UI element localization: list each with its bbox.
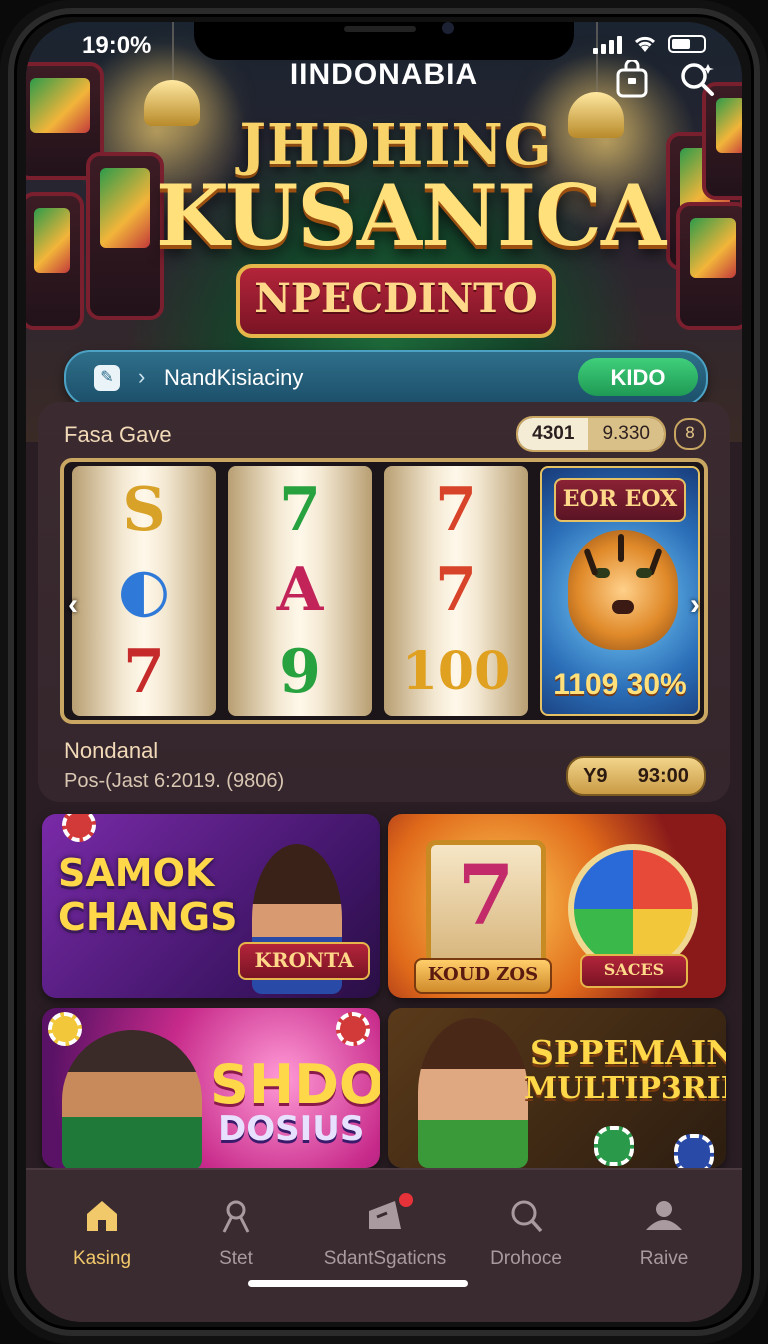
reel-symbol: 9 [279,637,321,707]
bet-pill[interactable]: Y9 93:00 [566,756,706,796]
seven-icon: 7 [457,848,515,944]
tiger-image [568,530,678,650]
nav-item-stet[interactable]: Stet [176,1192,296,1270]
chevron-right-icon: › [138,364,146,389]
game-badge: SACES [580,954,688,988]
balance-value-a: 4301 [518,418,589,450]
nav-item-stations[interactable]: SdantSgaticns [322,1192,448,1270]
slot-machine-decor [676,202,742,330]
game-title-line1: SPPEMAIN [530,1033,726,1072]
search-icon [466,1192,586,1240]
logo-main-text: KUSANICA [156,166,666,265]
reel-symbol: A [276,555,324,625]
coin-icon[interactable]: 8 [674,418,706,450]
casino-chip [674,1134,714,1168]
reel-1: S ◐ 7 [72,466,216,716]
nav-label: Raive [639,1248,689,1269]
casino-chip [48,1012,82,1046]
casino-logo: JHDHING KUSANICA NPECDINTO [156,112,666,342]
tools-icon [176,1192,296,1240]
reel-symbol: 7 [435,555,477,625]
slot-machine-decor [86,152,164,320]
front-camera [442,22,454,34]
casino-chip [62,814,96,842]
game-title-line2: CHANGS [58,895,238,939]
balance-chip[interactable]: 4301 9.330 [516,416,666,452]
app-screen: JHDHING KUSANICA NPECDINTO 19:0% IINDONA… [26,22,742,1322]
bet-left: Y9 [583,764,608,787]
logo-ribbon: NPECDINTO [236,264,556,338]
slot-reels[interactable]: S ◐ 7 7 A 9 7 7 100 EOR EOX 1109 30% ‹ › [60,458,708,724]
phone-device: JHDHING KUSANICA NPECDINTO 19:0% IINDONA… [0,0,768,1344]
game-banner: KOUD ZOS [414,958,552,994]
nav-label: SdantSgaticns [323,1248,447,1269]
reel-symbol: 7 [435,475,477,545]
battery-icon [668,35,706,53]
reel-symbol: 100 [401,641,511,702]
ticket-icon [322,1192,448,1240]
bet-right: 93:00 [637,764,689,787]
feature-tile-tiger[interactable]: EOR EOX 1109 30% [540,466,700,716]
game-title-line1: SAMOK [58,851,215,895]
game-title-line2: DOSIUS [218,1109,365,1149]
status-icons [593,34,706,54]
go-button[interactable]: KIDO [578,358,698,396]
game-title-line1: SHDO [210,1053,380,1116]
chevron-right-icon[interactable]: › [682,582,704,628]
edit-icon: ✎ [94,365,120,391]
game-name: Nondanal [64,738,159,763]
casino-chip [336,1012,370,1046]
game-title-line2: MULTIP3RIÉR [524,1071,726,1106]
nav-label: Stet [219,1248,253,1269]
game-banner: KRONTA [238,942,370,980]
promo-search-bar[interactable]: ✎ › NandKisiaciny KIDO [64,350,708,406]
notification-badge [399,1193,413,1207]
camera-notch [194,22,574,60]
game-card[interactable]: SAMOK CHANGS KRONTA [42,814,380,998]
feature-title: EOR EOX [554,478,686,522]
section-title: Fasa Gave [64,422,172,447]
reel-2: 7 A 9 [228,466,372,716]
game-meta: Pos-(Jast 6:2019. (9806) [64,770,285,792]
character-image [418,1018,528,1168]
feature-value: 1109 30% [553,668,687,701]
nav-label: Kasing [72,1248,132,1269]
balance-chips: 4301 9.330 8 [516,416,706,452]
nav-item-profile[interactable]: Raive [604,1192,724,1270]
speaker-grille [344,26,416,32]
character-image [62,1030,202,1168]
nav-item-search[interactable]: Drohoce [466,1192,586,1270]
search-icon [681,63,714,96]
game-card[interactable]: SPPEMAIN MULTIP3RIÉR [388,1008,726,1168]
home-icon [42,1192,162,1240]
wallet-button[interactable] [610,58,654,102]
balance-value-b: 9.330 [588,418,664,450]
reel-symbol: ◐ [117,555,171,625]
reel-symbol: 7 [123,637,165,707]
home-indicator[interactable] [248,1280,468,1287]
profile-icon [604,1192,724,1240]
reel-symbol: 7 [279,475,321,545]
reel-3: 7 7 100 [384,466,528,716]
casino-chip [594,1126,634,1166]
cellular-signal-icon [593,34,622,54]
search-button[interactable] [676,58,720,102]
status-time: 19:0% [82,32,152,59]
nav-label: Drohoce [490,1248,562,1269]
chevron-left-icon[interactable]: ‹ [64,582,86,628]
wifi-icon [634,36,656,52]
search-text[interactable]: NandKisiaciny [164,365,303,391]
game-card[interactable]: SHDO DOSIUS [42,1008,380,1168]
reel-symbol: S [122,475,166,545]
bag-icon [616,60,648,98]
nav-item-home[interactable]: Kasing [42,1192,162,1270]
slot-machine-decor [26,192,84,330]
game-card[interactable]: 7 KOUD ZOS SACES [388,814,726,998]
featured-game-panel: Fasa Gave 4301 9.330 8 S ◐ 7 7 A 9 7 7 1… [38,402,730,802]
bottom-nav: Kasing Stet SdantSgaticns Drohoce Raive [26,1168,742,1322]
